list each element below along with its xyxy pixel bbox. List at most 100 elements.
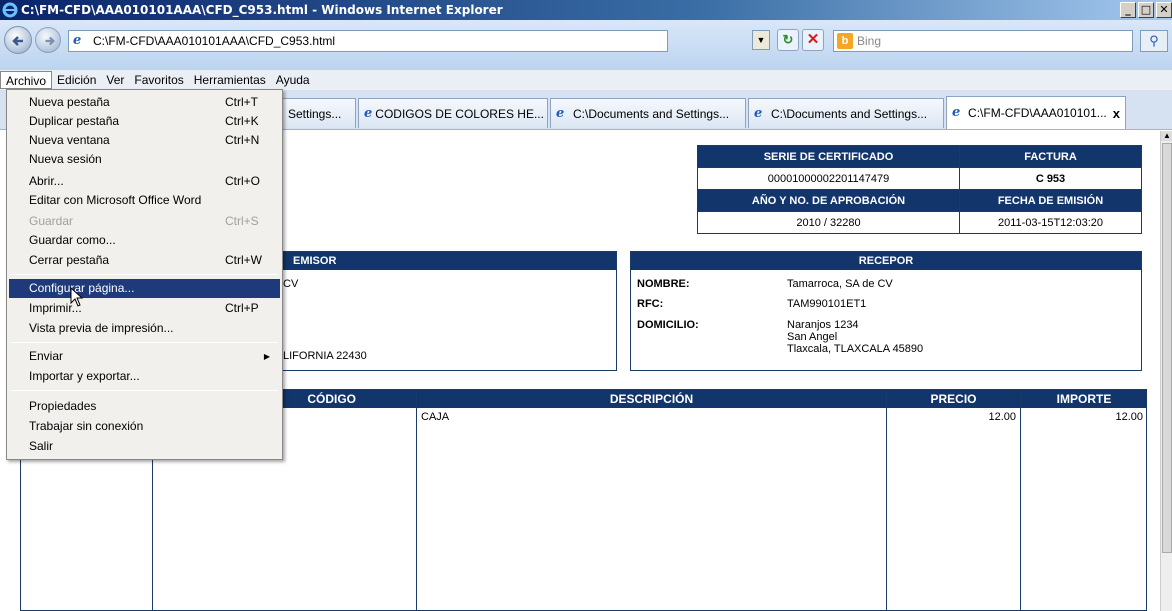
tab-documents-2[interactable]: e C:\Documents and Settings...	[748, 98, 944, 128]
menu-item-label: Enviar	[29, 349, 64, 363]
domicilio-value: Naranjos 1234 San Angel Tlaxcala, TLAXCA…	[787, 319, 923, 355]
menu-item-nueva-ventana[interactable]: Nueva ventana Ctrl+N	[9, 131, 280, 150]
menu-favoritos[interactable]: Favoritos	[129, 71, 188, 89]
menu-ayuda[interactable]: Ayuda	[271, 71, 315, 89]
items-col-precio: PRECIO 12.00	[887, 390, 1021, 611]
menu-item-label: Importar y exportar...	[29, 369, 140, 383]
vertical-scrollbar[interactable]: ▲	[1160, 131, 1172, 611]
menu-item-shortcut	[225, 319, 280, 338]
menu-item-nueva-sesion[interactable]: Nueva sesión	[9, 150, 280, 169]
tab-label: C:\FM-CFD\AAA010101...	[968, 106, 1107, 120]
minimize-button[interactable]: _	[1120, 2, 1136, 18]
menu-item-configurar-pagina[interactable]: Configurar página...	[9, 279, 280, 298]
factura-value: C 953	[959, 167, 1142, 190]
certificate-table: SERIE DE CERTIFICADO FACTURA 00001000002…	[697, 145, 1142, 234]
close-tab-icon[interactable]: x	[1113, 106, 1120, 121]
menu-archivo[interactable]: Archivo	[0, 71, 53, 89]
tab-label: C:\Documents and Settings...	[573, 106, 730, 121]
forward-button[interactable]	[35, 27, 61, 53]
scroll-thumb[interactable]	[1162, 143, 1172, 553]
menu-item-shortcut: Ctrl+N	[225, 133, 260, 147]
menu-item-shortcut: Ctrl+W	[225, 253, 262, 267]
emisor-line2: LIFORNIA 22430	[283, 350, 367, 362]
menu-item-shortcut	[225, 397, 280, 416]
rfc-value: TAM990101ET1	[787, 298, 867, 310]
ie-page-icon: e	[952, 105, 961, 120]
domicilio-label: DOMICILIO:	[637, 319, 699, 331]
menu-item-shortcut	[225, 191, 280, 210]
menu-item-shortcut: Ctrl+K	[225, 114, 259, 128]
tab-label: C:\Documents and Settings...	[771, 106, 928, 121]
menu-item-cerrar-pestana[interactable]: Cerrar pestaña Ctrl+W	[9, 251, 280, 270]
close-window-button[interactable]: ✕	[1156, 2, 1172, 18]
cell-precio: 12.00	[988, 411, 1016, 423]
menu-item-nueva-pestana[interactable]: Nueva pestaña Ctrl+T	[9, 93, 280, 112]
menu-item-importar-exportar[interactable]: Importar y exportar...	[9, 367, 280, 386]
menu-item-abrir[interactable]: Abrir... Ctrl+O	[9, 172, 280, 191]
address-dropdown-button[interactable]: ▼	[752, 30, 770, 50]
menu-ver[interactable]: Ver	[101, 71, 129, 89]
menu-item-trabajar-sin-conexion[interactable]: Trabajar sin conexión	[9, 417, 280, 436]
receptor-box: RECEPOR NOMBRE: Tamarroca, SA de CV RFC:…	[630, 251, 1142, 371]
tab-label: CODIGOS DE COLORES HE...	[375, 106, 544, 121]
back-arrow-icon	[12, 36, 23, 46]
archivo-menu: Nueva pestaña Ctrl+T Duplicar pestaña Ctrl…	[6, 89, 283, 460]
menu-bar: Archivo Edición Ver Favoritos Herramient…	[0, 70, 1172, 90]
menu-item-imprimir[interactable]: Imprimir... Ctrl+P	[9, 299, 280, 318]
menu-item-label: Duplicar pestaña	[29, 114, 120, 128]
emisor-line1: CV	[283, 278, 299, 290]
menu-item-duplicar-pestana[interactable]: Duplicar pestaña Ctrl+K	[9, 112, 280, 131]
mouse-cursor-icon	[70, 287, 84, 307]
menu-herramientas[interactable]: Herramientas	[189, 71, 271, 89]
maximize-button[interactable]: □	[1138, 2, 1154, 18]
url-text: C:\FM-CFD\AAA010101AAA\CFD_C953.html	[93, 34, 336, 48]
tab-current[interactable]: e C:\FM-CFD\AAA010101... x	[946, 96, 1126, 129]
menu-item-propiedades[interactable]: Propiedades	[9, 397, 280, 416]
search-input[interactable]: b Bing	[833, 30, 1133, 52]
col-header-descripcion: DESCRIPCIÓN	[417, 390, 886, 408]
submenu-arrow-icon: ▶	[263, 352, 270, 361]
serie-label: SERIE DE CERTIFICADO	[697, 145, 960, 168]
domicilio-row: DOMICILIO: Naranjos 1234 San Angel Tlaxc…	[637, 319, 923, 355]
refresh-button[interactable]: ↻	[777, 29, 799, 51]
receptor-title: RECEPOR	[631, 252, 1141, 270]
tab-settings[interactable]: Settings...	[282, 98, 356, 128]
menu-item-shortcut	[225, 437, 280, 456]
menu-item-shortcut	[225, 367, 280, 386]
tab-codigos-colores[interactable]: e CODIGOS DE COLORES HE...	[358, 98, 548, 128]
menu-item-label: Nueva pestaña	[29, 95, 110, 109]
menu-item-shortcut: Ctrl+S	[225, 214, 259, 228]
nombre-row: NOMBRE: Tamarroca, SA de CV	[637, 278, 893, 290]
scroll-up-arrow-icon[interactable]: ▲	[1161, 131, 1172, 141]
menu-item-enviar[interactable]: Enviar ▶	[9, 347, 280, 366]
menu-item-vista-previa[interactable]: Vista previa de impresión...	[9, 319, 280, 338]
menu-item-salir[interactable]: Salir	[9, 437, 280, 456]
menu-item-label: Salir	[29, 439, 54, 453]
menu-item-editar-word[interactable]: Editar con Microsoft Office Word	[9, 191, 280, 210]
back-button[interactable]	[4, 26, 32, 54]
serie-value: 00001000002201147479	[697, 167, 960, 190]
search-button[interactable]: ⚲	[1140, 30, 1168, 52]
menu-item-shortcut	[225, 279, 280, 298]
menu-item-shortcut	[225, 150, 280, 169]
factura-label: FACTURA	[959, 145, 1142, 168]
menu-item-shortcut: Ctrl+P	[225, 301, 259, 315]
menu-item-shortcut	[225, 231, 280, 250]
tab-label: Settings...	[288, 106, 342, 121]
address-field[interactable]: e C:\FM-CFD\AAA010101AAA\CFD_C953.html	[68, 30, 668, 52]
ie-page-icon: e	[754, 105, 763, 121]
stop-button[interactable]: ✕	[802, 29, 824, 51]
tab-documents-1[interactable]: e C:\Documents and Settings...	[550, 98, 746, 128]
nombre-value: Tamarroca, SA de CV	[787, 278, 893, 290]
menu-item-guardar-como[interactable]: Guardar como...	[9, 231, 280, 250]
fecha-value: 2011-03-15T12:03:20	[959, 211, 1142, 234]
col-header-importe: IMPORTE	[1021, 390, 1147, 408]
page-icon: e	[73, 33, 82, 48]
menu-edicion[interactable]: Edición	[52, 71, 101, 89]
fecha-label: FECHA DE EMISIÓN	[959, 189, 1142, 212]
menu-item-label: Nueva sesión	[29, 152, 102, 166]
cell-descripcion: CAJA	[421, 411, 450, 423]
address-toolbar: e C:\FM-CFD\AAA010101AAA\CFD_C953.html ▼…	[0, 20, 1172, 70]
menu-separator	[11, 274, 278, 275]
aprobacion-label: AÑO Y NO. DE APROBACIÓN	[697, 189, 960, 212]
